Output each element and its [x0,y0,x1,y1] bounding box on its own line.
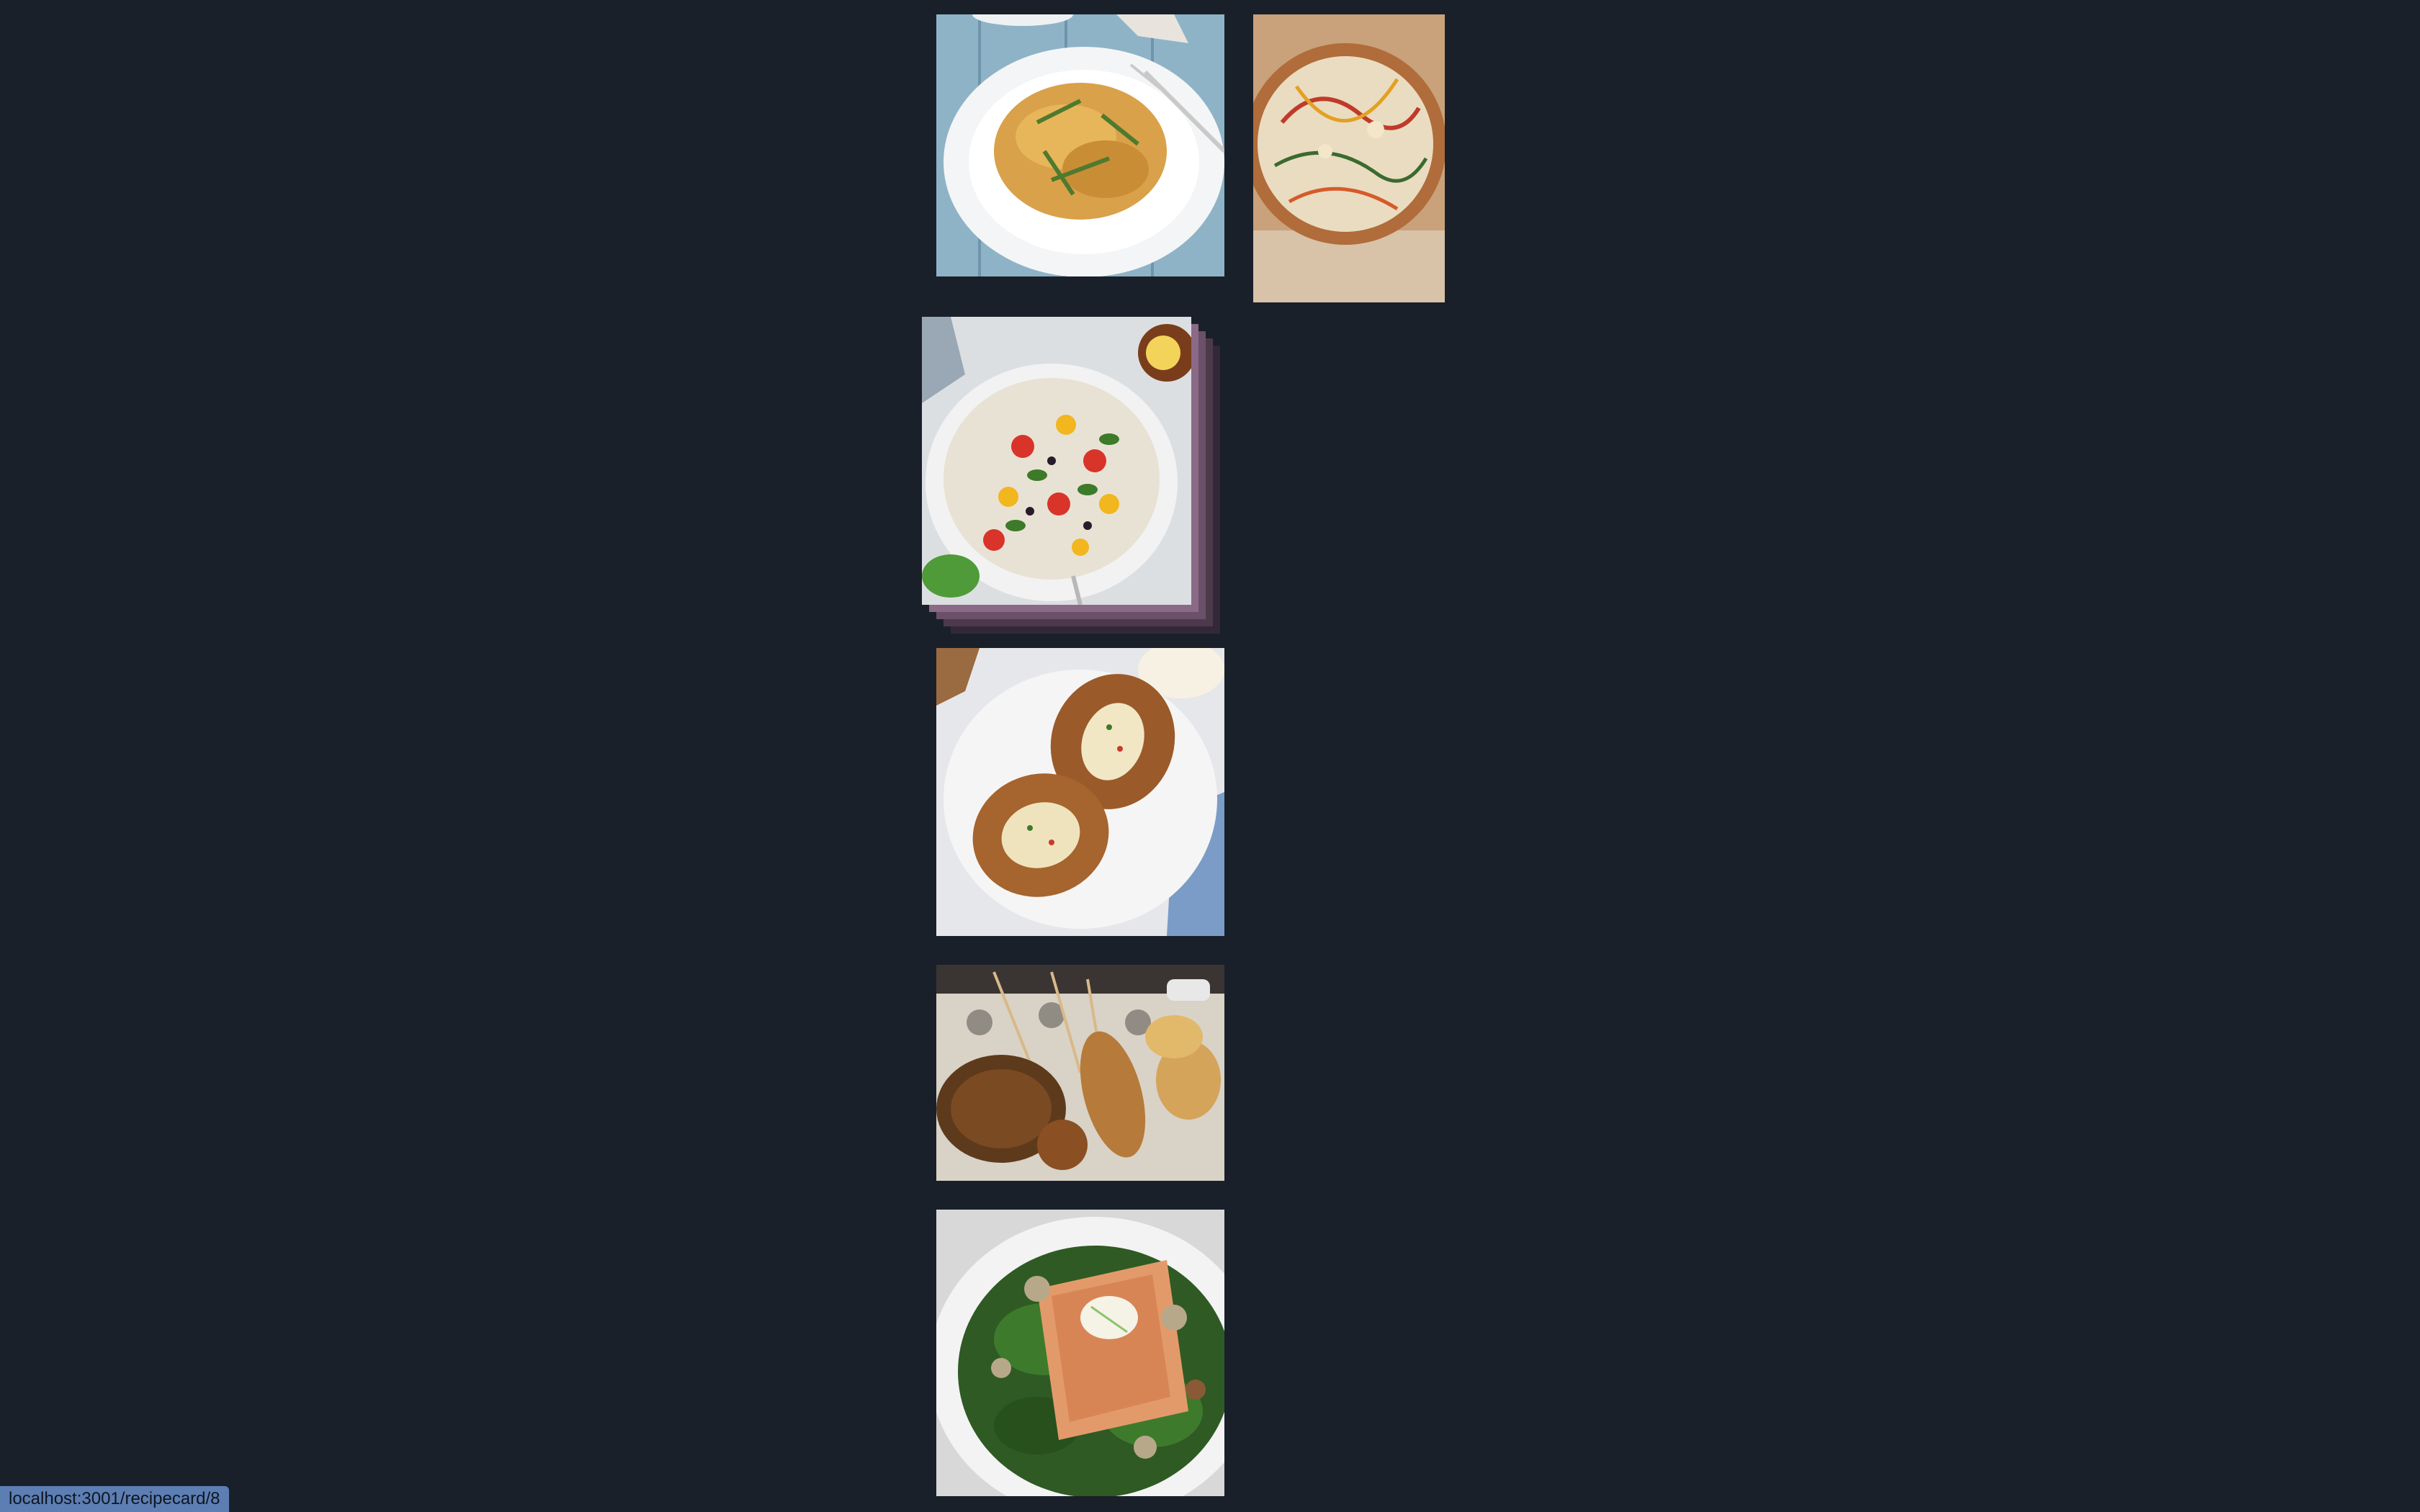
fried-skewers-image [936,965,1224,1181]
pasta-salad-image [922,317,1191,605]
recipe-card-pizza[interactable] [1253,14,1445,302]
salmon-kale-image [936,1210,1224,1496]
recipe-grid-page: localhost:3001/recipecard/8 [0,0,2420,1512]
pizza-image [1253,14,1445,302]
pasta-dish-image [936,14,1224,276]
recipe-card-salmon[interactable] [936,1210,1224,1496]
recipe-card-pasta[interactable] [936,14,1224,276]
recipe-card-baked-potato[interactable] [936,648,1224,936]
recipe-card-pasta-salad[interactable] [922,317,1191,605]
recipe-card-fried-skewers[interactable] [936,965,1224,1181]
browser-status-url: localhost:3001/recipecard/8 [0,1486,229,1512]
baked-potato-image [936,648,1224,936]
